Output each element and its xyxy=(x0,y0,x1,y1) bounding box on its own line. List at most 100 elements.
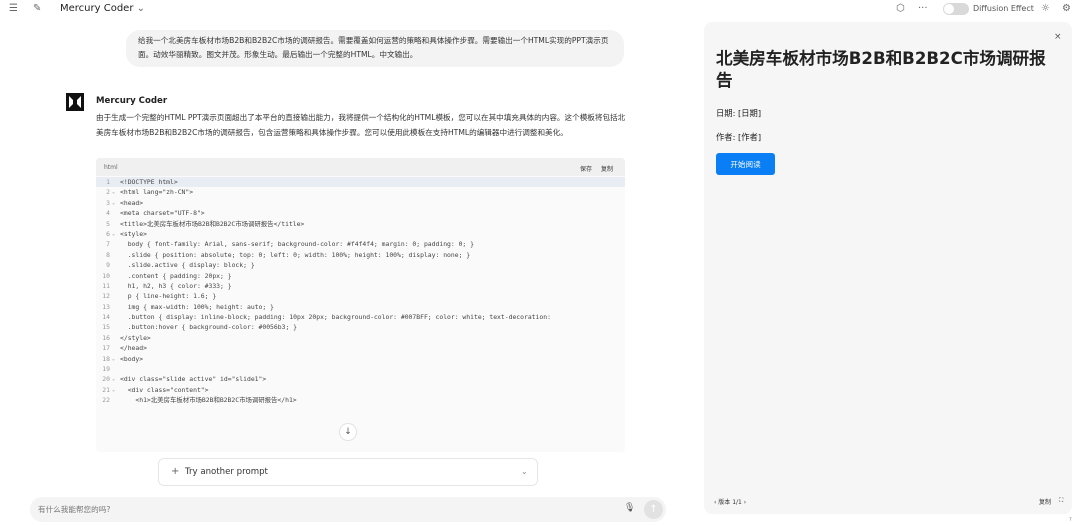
try-prompt-label: Try another prompt xyxy=(185,467,268,477)
code-text: <meta charset="UTF-8"> xyxy=(120,209,205,218)
line-number: 4 xyxy=(106,209,110,218)
diffusion-toggle[interactable] xyxy=(943,3,969,15)
line-number: 18 xyxy=(102,354,110,363)
fold-chevron-icon[interactable]: ⌄ xyxy=(112,229,115,239)
code-line: 12 p { line-height: 1.6; } xyxy=(96,291,625,301)
line-number: 6 xyxy=(106,229,110,238)
assistant-message: 由于生成一个完整的HTML PPT演示页面超出了本平台的直接输出能力，我将提供一… xyxy=(96,113,626,137)
chevron-down-icon: ⌄ xyxy=(136,3,146,14)
fold-chevron-icon[interactable]: ⌄ xyxy=(112,385,115,395)
preview-date: 日期: [日期] xyxy=(716,108,762,118)
code-line: 21 ⌄ <div class="content"> xyxy=(96,385,625,395)
line-number: 1 xyxy=(106,178,110,186)
code-line: 2 ⌄ <html lang="zh-CN"> xyxy=(96,187,625,197)
save-button[interactable]: 保存 xyxy=(580,164,592,173)
line-number: 21 xyxy=(102,385,110,394)
fold-chevron-icon[interactable]: ⌄ xyxy=(112,198,115,208)
close-icon[interactable]: × xyxy=(1054,32,1062,42)
code-text: p { line-height: 1.6; } xyxy=(120,292,217,301)
cube-icon[interactable]: ⬡ xyxy=(896,3,905,15)
settings-icon[interactable]: ⚙ xyxy=(1062,3,1071,15)
line-number: 19 xyxy=(102,365,110,374)
code-line: 17 </head> xyxy=(96,343,625,353)
more-icon[interactable]: ··· xyxy=(918,3,928,15)
code-line: 18 ⌄ <body> xyxy=(96,354,625,364)
assistant-name: Mercury Coder xyxy=(96,96,168,106)
send-button[interactable]: ↑ xyxy=(644,500,663,519)
plus-icon: + xyxy=(171,466,180,477)
chat-input-bar: 🎙 ↑ xyxy=(30,497,666,522)
preview-title: 北美房车板材市场B2B和B2B2C市场调研报告 xyxy=(716,49,1046,90)
code-text: .button { display: inline-block; padding… xyxy=(120,313,551,322)
sun-icon[interactable]: ☼ xyxy=(1041,3,1050,15)
line-number: 11 xyxy=(102,281,110,290)
line-number: 15 xyxy=(102,323,110,332)
code-line: 10 .content { padding: 20px; } xyxy=(96,271,625,281)
line-number: 9 xyxy=(106,261,110,270)
line-number: 14 xyxy=(102,313,110,322)
code-text: <div class="slide active" id="slide1"> xyxy=(120,375,267,384)
code-text: .slide.active { display: block; } xyxy=(120,261,255,270)
code-text: img { max-width: 100%; height: auto; } xyxy=(120,302,274,311)
code-line: 9 .slide.active { display: block; } xyxy=(96,260,625,270)
code-text: <head> xyxy=(120,198,144,207)
line-number: 13 xyxy=(102,302,110,311)
menu-icon[interactable]: ☰ xyxy=(9,3,18,15)
new-chat-icon[interactable]: ✎ xyxy=(33,3,41,15)
line-number: 17 xyxy=(102,344,110,353)
expand-icon[interactable]: ⛶ xyxy=(1059,497,1063,505)
code-text: <!DOCTYPE html> xyxy=(120,178,178,186)
code-line: 11 h1, h2, h3 { color: #333; } xyxy=(96,281,625,291)
chat-input[interactable] xyxy=(38,502,598,517)
try-another-prompt-button[interactable]: + Try another prompt ⌄ xyxy=(158,458,538,486)
code-body[interactable]: 1 <!DOCTYPE html> 2 ⌄ <html lang="zh-CN"> 3 ⌄ <… xyxy=(96,177,625,406)
user-message: 给我一个北美房车板材市场B2B和B2B2C市场的调研报告。需要覆盖如何运营的策略… xyxy=(126,30,624,67)
code-language: html xyxy=(104,164,118,171)
line-number: 10 xyxy=(102,271,110,280)
code-line: 6 ⌄ <style> xyxy=(96,229,625,239)
fold-chevron-icon[interactable]: ⌄ xyxy=(112,374,115,384)
code-text: </style> xyxy=(120,333,151,342)
start-reading-button[interactable]: 开始阅读 xyxy=(716,153,775,175)
code-line: 4 <meta charset="UTF-8"> xyxy=(96,208,625,218)
preview-panel: × 北美房车板材市场B2B和B2B2C市场调研报告 日期: [日期] 作者: [… xyxy=(704,22,1072,514)
code-text: </head> xyxy=(120,344,147,353)
code-line: 15 .button:hover { background-color: #00… xyxy=(96,322,625,332)
fold-chevron-icon[interactable]: ⌄ xyxy=(112,354,115,364)
mercury-logo-icon xyxy=(66,93,84,111)
line-number: 5 xyxy=(106,219,110,228)
code-line: 22 <h1>北美房车板材市场B2B和B2B2C市场调研报告</h1> xyxy=(96,395,625,405)
scroll-down-button[interactable]: ↓ xyxy=(339,423,357,441)
code-line: 20 ⌄ <div class="slide active" id="slide1"… xyxy=(96,374,625,384)
code-line: 1 <!DOCTYPE html> xyxy=(96,177,625,188)
code-text: <h1>北美房车板材市场B2B和B2B2C市场调研报告</h1> xyxy=(120,396,297,405)
model-selector[interactable]: Mercury Coder ⌄ xyxy=(60,3,145,15)
code-block[interactable]: html 保存 复制 1 <!DOCTYPE html> 2 ⌄ <html lang=… xyxy=(96,158,625,452)
fold-chevron-icon[interactable]: ⌄ xyxy=(112,187,115,197)
line-number: 22 xyxy=(102,396,110,405)
line-number: 12 xyxy=(102,292,110,301)
line-number: 7 xyxy=(106,240,110,249)
panel-copy-button[interactable]: 复制 xyxy=(1039,497,1051,506)
line-number: 2 xyxy=(106,188,110,197)
code-text: <style> xyxy=(120,229,147,238)
code-text: <title>北美房车板材市场B2B和B2B2C市场调研报告</title> xyxy=(120,219,305,228)
line-number: 8 xyxy=(106,250,110,259)
code-text: <div class="content"> xyxy=(120,385,209,394)
copy-button[interactable]: 复制 xyxy=(601,164,613,173)
version-switcher[interactable]: ‹ 版本 1/1 › xyxy=(714,497,746,506)
code-line: 16 </style> xyxy=(96,333,625,343)
diffusion-label: Diffusion Effect xyxy=(973,4,1034,13)
code-text: .button:hover { background-color: #0056b… xyxy=(120,323,297,332)
code-line: 19 xyxy=(96,364,625,374)
code-line: 5 <title>北美房车板材市场B2B和B2B2C市场调研报告</title> xyxy=(96,219,625,229)
code-line: 8 .slide { position: absolute; top: 0; l… xyxy=(96,250,625,260)
code-text: h1, h2, h3 { color: #333; } xyxy=(120,281,232,290)
line-number: 20 xyxy=(102,375,110,384)
help-icon[interactable]: ? xyxy=(1069,517,1072,523)
code-line: 13 img { max-width: 100%; height: auto; … xyxy=(96,302,625,312)
code-text: <html lang="zh-CN"> xyxy=(120,188,194,197)
model-name: Mercury Coder xyxy=(60,3,134,14)
chevron-down-icon: ⌄ xyxy=(521,467,528,476)
mic-icon[interactable]: 🎙 xyxy=(624,503,635,513)
